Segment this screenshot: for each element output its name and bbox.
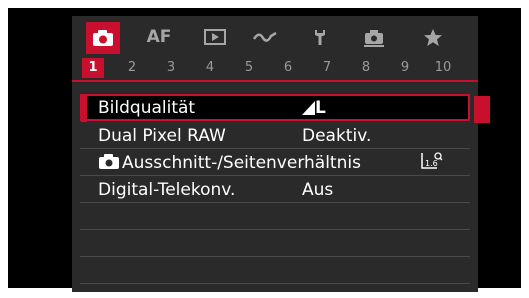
camera-icon [93,30,113,46]
selection-marker [81,95,87,122]
wrench-icon [315,30,325,45]
custom-camera-icon [364,30,384,47]
page-tab-5[interactable]: 5 [238,58,260,78]
empty-row [80,203,470,230]
af-tab-label: AF [146,27,172,47]
playback-icon [204,29,226,45]
menu-item-digital-teleconverter[interactable]: Digital-Telekonv. Aus [80,176,470,203]
category-tab-bar: AF [72,16,478,56]
menu-item-value: Deaktiv. [302,126,372,146]
page-tab-9[interactable]: 9 [394,58,416,78]
menu-item-dual-pixel-raw[interactable]: Dual Pixel RAW Deaktiv. [80,122,470,149]
page-tab-8[interactable]: 8 [355,58,377,78]
menu-item-label: Dual Pixel RAW [98,126,226,146]
menu-item-label: Digital-Telekonv. [98,180,236,200]
menu-item-image-quality[interactable]: Bildqualität L [80,94,490,123]
menu-item-value: L [302,98,326,118]
crop-value: 1.6 [418,151,446,178]
page-tab-3[interactable]: 3 [160,58,182,78]
selection-tab [474,96,490,123]
page-number-tabs: 1 2 3 4 5 6 7 8 9 10 [72,56,478,80]
page-tab-6[interactable]: 6 [277,58,299,78]
empty-row [80,257,470,284]
tab-my-menu[interactable] [416,24,450,50]
menu-item-label: Ausschnitt-/Seitenverhältnis [122,153,361,173]
crop-icon: 1.6 [421,152,443,169]
camera-screen: AF 1 2 3 4 5 6 7 8 9 10 Bildqualität L D… [8,8,521,292]
tab-custom[interactable] [357,24,391,50]
page-tab-2[interactable]: 2 [121,58,143,78]
tab-camera[interactable] [86,22,120,54]
menu-item-label-wrap: Ausschnitt-/Seitenverhältnis [98,153,361,173]
page-tab-10[interactable]: 10 [430,58,456,78]
star-icon [424,28,442,46]
page-tab-1[interactable]: 1 [82,58,104,78]
menu-item-value: Aus [302,180,334,200]
shooting-menu: AF 1 2 3 4 5 6 7 8 9 10 Bildqualität L D… [72,16,490,292]
camera-icon [99,154,119,169]
fine-quality-icon [302,101,315,115]
tab-af[interactable]: AF [142,24,176,50]
page-tab-7[interactable]: 7 [316,58,338,78]
empty-row [80,230,470,257]
tab-setup[interactable] [303,24,337,50]
menu-item-label: Bildqualität [98,98,196,118]
wireless-icon [252,31,277,42]
tab-underline [72,80,478,82]
image-quality-value: L [315,98,326,118]
page-tab-4[interactable]: 4 [199,58,221,78]
tab-playback[interactable] [198,24,232,50]
crop-factor-text: 1.6 [425,159,438,168]
tab-wireless[interactable] [248,24,282,50]
menu-item-aspect-ratio[interactable]: Ausschnitt-/Seitenverhältnis 1.6 [80,149,470,176]
